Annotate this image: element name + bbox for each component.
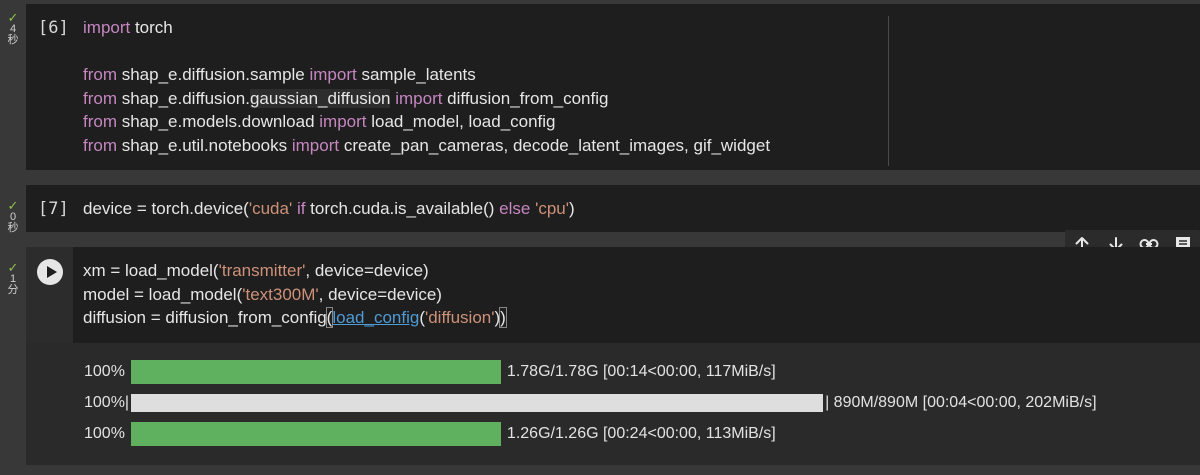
code-line: from shap_e.diffusion.gaussian_diffusion…	[83, 87, 770, 111]
cell-prompt: [6]	[38, 18, 69, 38]
check-icon: ✓	[7, 198, 19, 213]
progress-row: 100%| | 890M/890M [00:04<00:00, 202MiB/s…	[84, 391, 1097, 415]
code-token: model = load_model(	[83, 284, 243, 304]
code-cell-8[interactable]: xm = load_model('transmitter', device=de…	[26, 247, 1200, 343]
progress-percent: 100%	[84, 363, 125, 380]
progress-info: | 890M/890M [00:04<00:00, 202MiB/s]	[825, 394, 1097, 411]
code-token: sample_latents	[356, 65, 476, 84]
code-token: shap_e.models.download	[117, 112, 320, 131]
progress-bar	[130, 360, 501, 384]
code-token: gaussian_diffusion	[249, 88, 391, 108]
code-cell-7[interactable]: [7] device = torch.device('cuda' if torc…	[26, 185, 1200, 232]
code-token: shap_e.diffusion.sample	[117, 65, 310, 84]
code-token: device = torch.device(	[83, 199, 249, 218]
code-token: diffusion_from_config	[442, 88, 609, 108]
progress-info: 1.26G/1.26G [00:24<00:00, 113MiB/s]	[506, 425, 776, 442]
code-editor[interactable]: xm = load_model('transmitter', device=de…	[83, 259, 507, 330]
cell-7-status: ✓ 0 秒	[0, 198, 26, 234]
code-line: diffusion = diffusion_from_config(load_c…	[83, 306, 507, 330]
code-token: 'text300M'	[242, 284, 319, 304]
code-token: from	[83, 135, 117, 155]
cell-prompt: [7]	[38, 199, 69, 219]
code-line: import torch	[83, 16, 770, 40]
cell-6-status: ✓ 4 秒	[0, 10, 26, 46]
code-token: 'cpu'	[535, 199, 569, 218]
code-token: import	[319, 112, 367, 131]
progress-percent: 100%|	[84, 394, 130, 411]
code-token: from	[83, 112, 117, 131]
code-line: from shap_e.util.notebooks import create…	[83, 134, 770, 158]
code-token: 'cuda'	[248, 199, 293, 218]
code-token: import	[291, 135, 340, 155]
ruler-line	[888, 16, 889, 166]
code-editor[interactable]: import torch from shap_e.diffusion.sample…	[83, 16, 770, 157]
code-token: import	[83, 18, 131, 37]
code-line: xm = load_model('transmitter', device=de…	[83, 259, 506, 283]
code-line: device = torch.device('cuda' if torch.cu…	[83, 197, 575, 221]
code-token: )	[568, 199, 575, 218]
progress-bar	[130, 422, 501, 446]
code-token: 'transmitter'	[218, 261, 306, 280]
code-token: from	[83, 65, 117, 84]
code-line: from shap_e.diffusion.sample import samp…	[83, 63, 770, 87]
code-token: create_pan_cameras, decode_latent_images…	[339, 135, 771, 155]
progress-percent: 100%	[84, 425, 125, 442]
code-token: from	[83, 88, 117, 108]
code-token: import	[395, 88, 443, 108]
code-line: from shap_e.models.download import load_…	[83, 110, 770, 134]
code-cell-6[interactable]: [6] import torch from shap_e.diffusion.sa…	[26, 4, 1200, 170]
code-token: 'diffusion'	[424, 308, 495, 327]
code-token: load_model, load_config	[366, 112, 556, 131]
code-token: torch.cuda.is_available()	[305, 199, 500, 218]
progress-row: 100% 1.78G/1.78G [00:14<00:00, 117MiB/s]	[84, 360, 776, 384]
code-token: shap_e.util.notebooks	[117, 135, 292, 155]
progress-info: 1.78G/1.78G [00:14<00:00, 117MiB/s]	[506, 363, 776, 380]
progress-bar	[131, 394, 824, 412]
code-token: else	[499, 199, 531, 218]
cell-8-status: ✓ 1 分	[0, 260, 26, 296]
progress-row: 100% 1.26G/1.26G [00:24<00:00, 113MiB/s]	[84, 422, 776, 446]
check-icon: ✓	[7, 260, 19, 275]
cell-output: 100% 1.78G/1.78G [00:14<00:00, 117MiB/s]…	[26, 343, 1200, 465]
run-cell-button[interactable]	[37, 259, 63, 285]
code-line: model = load_model('text300M', device=de…	[83, 283, 506, 307]
code-token: diffusion = diffusion_from_config	[83, 308, 327, 327]
code-editor[interactable]: device = torch.device('cuda' if torch.cu…	[83, 197, 575, 221]
code-token: xm = load_model(	[83, 261, 219, 280]
code-token: , device=device)	[318, 284, 442, 304]
check-icon: ✓	[7, 10, 19, 25]
code-token: shap_e.diffusion.	[117, 88, 250, 108]
code-token: )	[499, 307, 507, 328]
code-token: torch	[130, 18, 173, 37]
code-token: , device=device)	[305, 261, 429, 280]
code-token: import	[309, 65, 357, 84]
code-token: load_config	[332, 308, 420, 327]
